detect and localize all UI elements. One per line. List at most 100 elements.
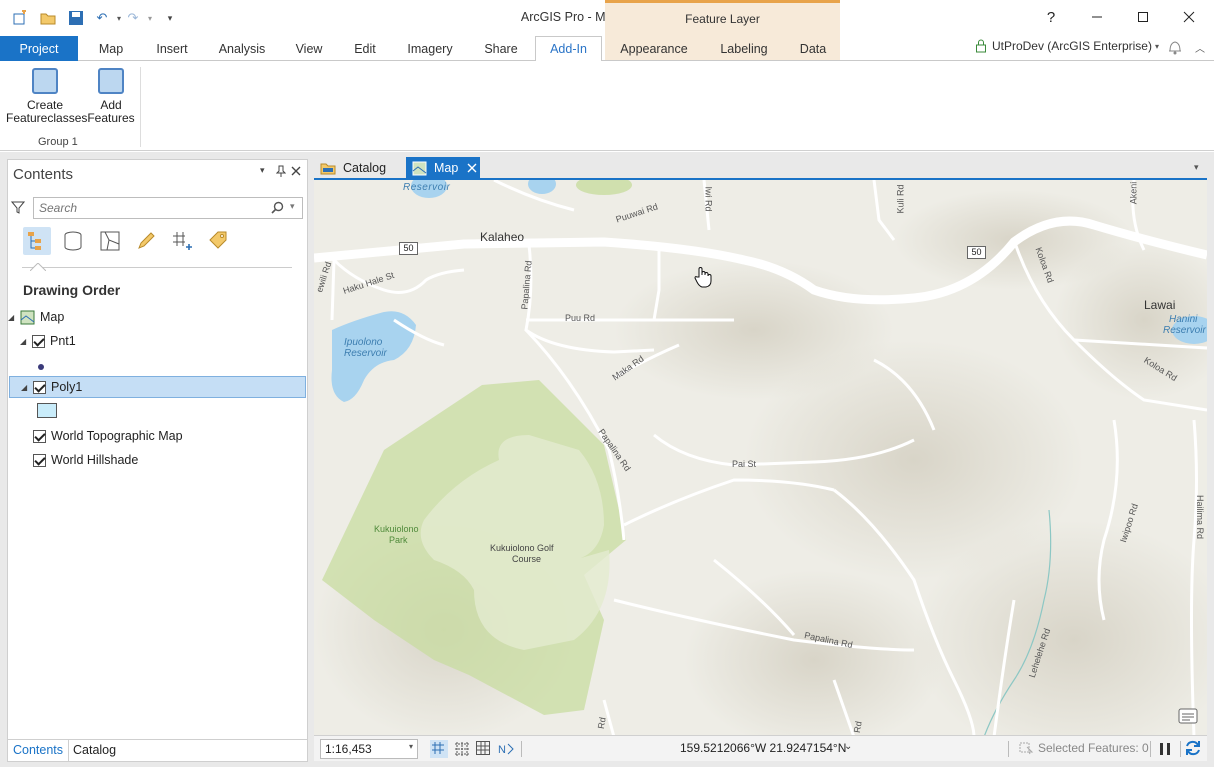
collapse-ribbon-icon[interactable]: ︿: [1195, 40, 1205, 55]
toolbar-underline: [22, 267, 292, 268]
customize-qat-icon[interactable]: ▾: [161, 9, 179, 27]
table-icon[interactable]: [475, 740, 491, 759]
open-project-icon[interactable]: [39, 9, 57, 27]
status-divider: [1008, 741, 1009, 757]
status-divider: [521, 741, 522, 757]
map-label-reservoir-right: Reservoir: [1163, 325, 1206, 336]
add-features-icon: [98, 68, 124, 94]
tab-add-in[interactable]: Add-In: [535, 36, 602, 62]
basemap-canvas[interactable]: [314, 180, 1207, 735]
map-view[interactable]: Reservoir Puuwai Rd Iwi Rd Kuli Rd Akeni…: [314, 178, 1207, 735]
minimize-button[interactable]: [1074, 4, 1120, 30]
navigation-constraint-icon[interactable]: N: [497, 740, 515, 761]
list-by-labeling-icon[interactable]: [204, 227, 232, 255]
visibility-checkbox[interactable]: [33, 380, 46, 394]
maximize-button[interactable]: [1120, 4, 1166, 30]
contents-pane-title: Contents: [13, 166, 74, 183]
grid-snap-icon[interactable]: [430, 740, 448, 758]
redo-dropdown-icon[interactable]: ▾: [141, 9, 159, 27]
expand-triangle-icon[interactable]: ◢: [21, 383, 33, 392]
new-project-icon[interactable]: [11, 9, 29, 27]
tab-labeling[interactable]: Labeling: [710, 36, 778, 61]
pin-icon[interactable]: [275, 165, 287, 180]
tab-catalog[interactable]: Catalog: [73, 743, 116, 757]
map-label-reservoir-left: Reservoir: [344, 348, 387, 359]
add-features-button[interactable]: Add Features: [87, 68, 135, 125]
map-label-kalaheo: Kalaheo: [480, 230, 525, 244]
refresh-icon[interactable]: [1184, 739, 1202, 760]
contents-search-box[interactable]: ▾: [33, 197, 303, 219]
scale-selector[interactable]: 1:16,453 ▾: [320, 739, 418, 759]
tab-insert[interactable]: Insert: [146, 36, 198, 61]
visibility-checkbox[interactable]: [32, 334, 45, 348]
tree-row-world-hillshade[interactable]: World Hillshade: [33, 449, 138, 471]
map-icon: [412, 161, 427, 175]
view-tab-map[interactable]: Map: [406, 157, 480, 179]
search-icon[interactable]: [271, 201, 284, 217]
close-pane-icon[interactable]: [291, 165, 301, 179]
map-label-hailima-rd: Hailima Rd: [1195, 494, 1206, 540]
visibility-checkbox[interactable]: [33, 453, 46, 467]
map-label-hanini: Hanini: [1169, 314, 1198, 325]
save-project-icon[interactable]: [67, 9, 85, 27]
tab-edit[interactable]: Edit: [344, 36, 386, 61]
status-divider: [1150, 741, 1151, 757]
visibility-checkbox[interactable]: [33, 429, 46, 443]
tab-project[interactable]: Project: [0, 36, 78, 61]
map-label-rd-1: Rd: [595, 716, 608, 730]
tree-row-map[interactable]: ◢ Map: [8, 306, 64, 328]
view-tabs: Catalog Map ▾: [314, 157, 1207, 179]
redo-icon[interactable]: ↷: [124, 9, 142, 27]
undo-icon[interactable]: ↶: [93, 9, 111, 27]
map-label-rd-2: Rd: [851, 720, 864, 734]
svg-text:N: N: [498, 744, 506, 756]
list-by-snapping-icon[interactable]: [168, 227, 196, 255]
view-tab-catalog[interactable]: Catalog: [314, 157, 396, 179]
notification-bell-icon[interactable]: [1167, 38, 1183, 59]
portal-signin[interactable]: UtProDev (ArcGIS Enterprise) ▾: [975, 39, 1159, 53]
tree-row-poly1[interactable]: ◢ Poly1: [9, 376, 306, 398]
help-button[interactable]: ?: [1028, 4, 1074, 30]
close-tab-icon: [467, 163, 477, 173]
search-dropdown-icon[interactable]: ▾: [290, 201, 295, 212]
map-label-golf-course-2: Course: [512, 554, 542, 564]
map-label-golf-course-1: Kukuiolono Golf: [490, 543, 554, 553]
tab-contents[interactable]: Contents: [13, 743, 63, 757]
list-by-selection-icon[interactable]: [96, 227, 124, 255]
layer-name-hillshade: World Hillshade: [51, 453, 139, 467]
attribution-icon[interactable]: [1178, 708, 1198, 727]
minimize-icon: [1092, 16, 1102, 18]
map-label-kukuiolono-park-1: Kukuiolono: [374, 524, 419, 534]
tree-row-pnt1[interactable]: ◢ Pnt1: [20, 330, 76, 352]
tab-view[interactable]: View: [286, 36, 332, 61]
tree-row-world-topographic-map[interactable]: World Topographic Map: [33, 425, 183, 447]
expand-triangle-icon[interactable]: ◢: [8, 313, 20, 322]
pane-options-dropdown-icon[interactable]: ▾: [260, 165, 265, 176]
layer-name-map: Map: [40, 310, 65, 324]
grid-icon[interactable]: [453, 740, 471, 761]
view-tabs-dropdown-icon[interactable]: ▾: [1194, 162, 1199, 173]
view-tab-map-label: Map: [434, 161, 459, 175]
create-featureclasses-button[interactable]: Create Featureclasses: [6, 68, 87, 125]
list-by-editing-icon[interactable]: [132, 227, 160, 255]
filter-icon[interactable]: [10, 200, 26, 217]
pause-drawing-icon[interactable]: [1158, 741, 1172, 760]
contents-search-input[interactable]: [39, 201, 259, 215]
list-by-data-source-icon[interactable]: [59, 227, 87, 255]
scale-value: 1:16,453: [325, 742, 372, 756]
list-by-drawing-order-icon[interactable]: [23, 227, 51, 255]
tab-appearance[interactable]: Appearance: [612, 36, 696, 61]
map-label-puu-rd: Puu Rd: [565, 313, 596, 323]
expand-triangle-icon[interactable]: ◢: [20, 337, 32, 346]
tab-analysis[interactable]: Analysis: [210, 36, 274, 61]
coordinate-readout: 159.5212066°W 21.9247154°N: [680, 741, 847, 755]
map-label-akeni: Akeni: [1128, 181, 1139, 205]
close-window-button[interactable]: [1166, 4, 1212, 30]
tab-map[interactable]: Map: [86, 36, 136, 61]
coordinate-format-chevron-icon[interactable]: ⌄: [844, 741, 852, 752]
selected-features-count: Selected Features: 0: [1038, 741, 1149, 755]
tab-share[interactable]: Share: [474, 36, 528, 61]
polygon-symbol-icon[interactable]: [37, 403, 57, 418]
tab-imagery[interactable]: Imagery: [398, 36, 462, 61]
tab-data[interactable]: Data: [790, 36, 836, 61]
